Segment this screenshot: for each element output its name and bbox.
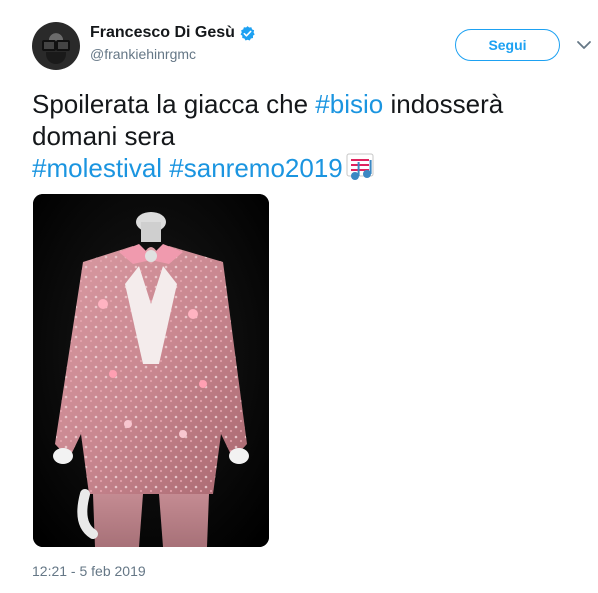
jacket-photo-illustration [33, 194, 269, 547]
avatar-glasses [42, 40, 70, 51]
follow-button[interactable]: Segui [455, 29, 560, 61]
avatar-beard [46, 52, 66, 64]
tweet-header: Francesco Di Gesù @frankiehinrgmc Segui [32, 18, 592, 74]
tweet-photo[interactable] [33, 194, 269, 547]
hashtag-bisio[interactable]: #bisio [315, 89, 383, 119]
tweet-timestamp[interactable]: 12:21 - 5 feb 2019 [32, 563, 146, 579]
avatar[interactable] [32, 22, 80, 70]
author-names: Francesco Di Gesù @frankiehinrgmc [90, 24, 256, 62]
verified-badge-icon [240, 25, 255, 41]
chevron-down-icon[interactable] [574, 35, 594, 55]
musical-score-icon [346, 153, 374, 180]
display-name[interactable]: Francesco Di Gesù [90, 24, 235, 42]
tweet-text: Spoilerata la giacca che #bisio indosser… [32, 88, 572, 184]
display-name-row: Francesco Di Gesù [90, 24, 256, 42]
author-handle[interactable]: @frankiehinrgmc [90, 46, 256, 62]
hashtag-sanremo2019[interactable]: #sanremo2019 [169, 153, 342, 183]
tweet: Francesco Di Gesù @frankiehinrgmc Segui … [0, 0, 598, 593]
hashtag-molestival[interactable]: #molestival [32, 153, 162, 183]
tweet-text-part1: Spoilerata la giacca che [32, 89, 316, 119]
